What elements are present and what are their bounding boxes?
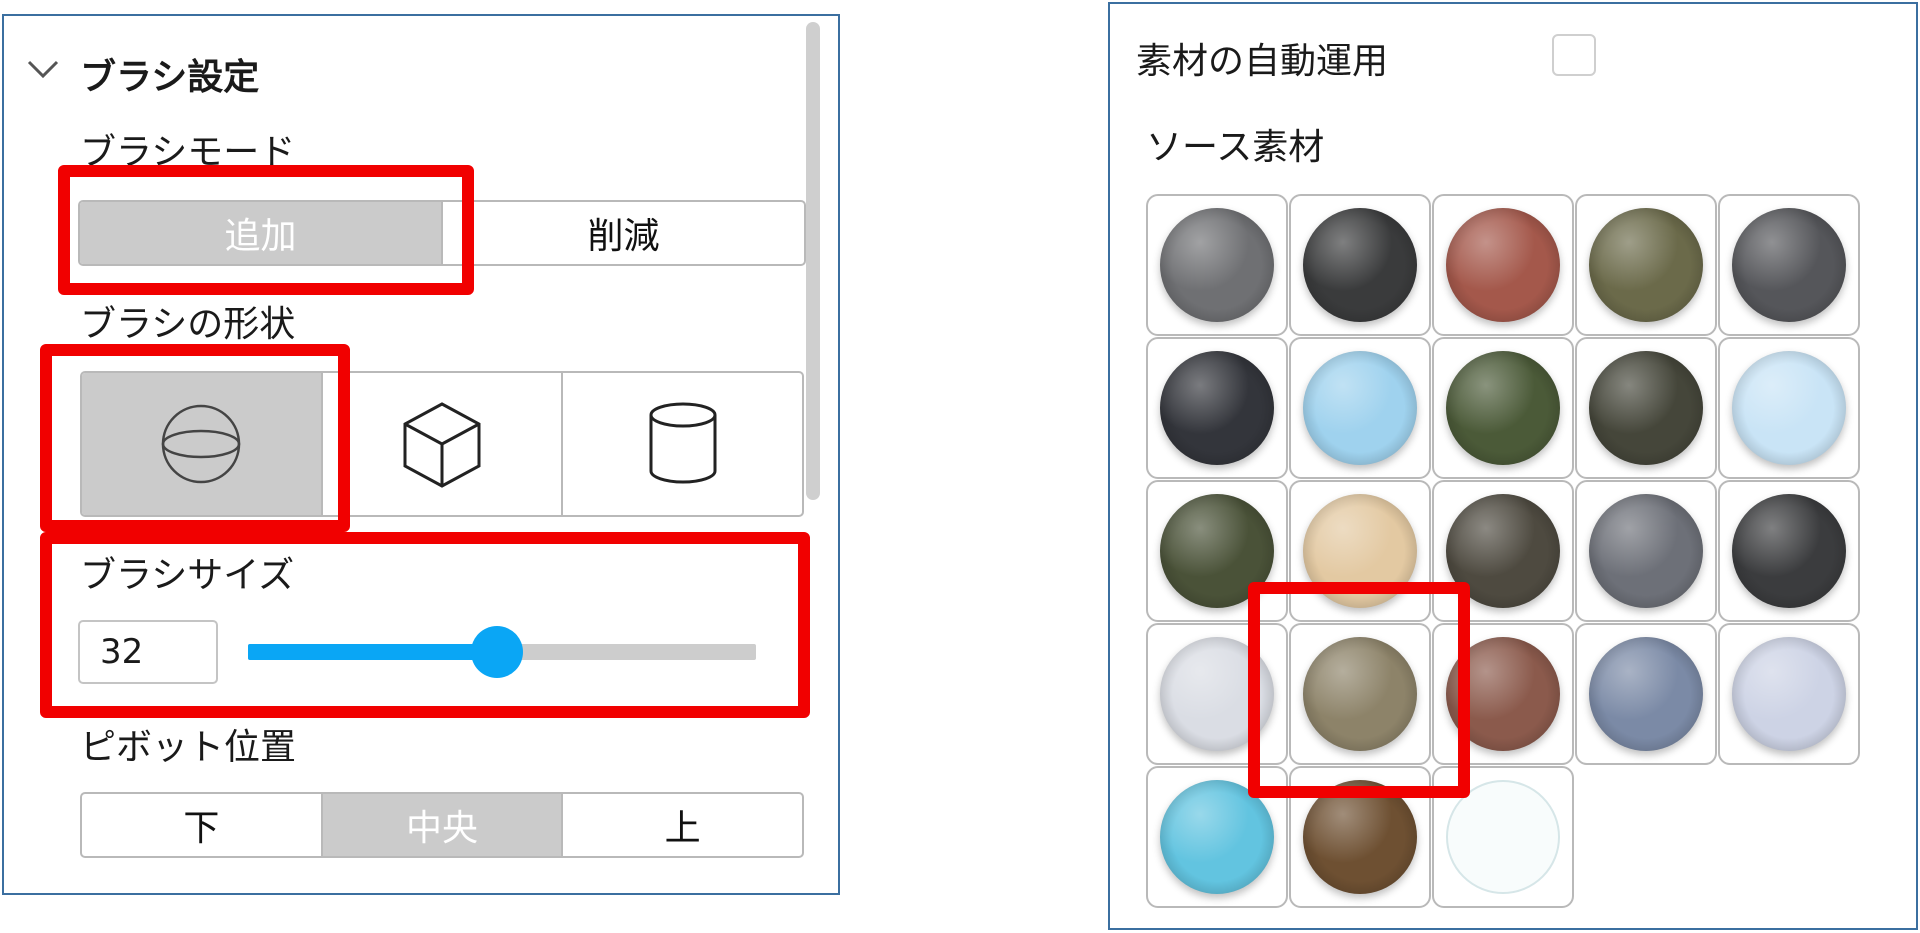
material-sphere-icon bbox=[1303, 780, 1417, 894]
material-sphere-icon bbox=[1303, 494, 1417, 608]
mode-add-button[interactable]: 追加 bbox=[80, 202, 441, 264]
pivot-center-button[interactable]: 中央 bbox=[320, 794, 562, 856]
cylinder-icon bbox=[649, 402, 717, 484]
material-sphere-icon bbox=[1732, 208, 1846, 322]
material-sphere-icon bbox=[1589, 208, 1703, 322]
material-tile-sand[interactable] bbox=[1289, 480, 1431, 622]
material-tile-mud[interactable] bbox=[1432, 480, 1574, 622]
pivot-top-button[interactable]: 上 bbox=[561, 794, 802, 856]
shape-cube-button[interactable] bbox=[320, 373, 562, 515]
material-sphere-icon bbox=[1446, 780, 1560, 894]
material-sphere-icon bbox=[1160, 637, 1274, 751]
material-tile-red-clay[interactable] bbox=[1432, 623, 1574, 765]
section-title: ブラシ設定 bbox=[80, 57, 260, 98]
auto-apply-label: 素材の自動運用 bbox=[1136, 41, 1389, 82]
material-tile-gray-stone[interactable] bbox=[1146, 194, 1288, 336]
brush-size-label: ブラシサイズ bbox=[80, 555, 295, 596]
material-sphere-icon bbox=[1303, 208, 1417, 322]
material-tile-blue-rock[interactable] bbox=[1575, 623, 1717, 765]
material-tile-ice[interactable] bbox=[1289, 337, 1431, 479]
material-sphere-icon bbox=[1160, 780, 1274, 894]
cube-icon bbox=[403, 402, 481, 488]
slider-thumb[interactable] bbox=[470, 626, 523, 678]
material-tile-empty[interactable] bbox=[1432, 766, 1574, 908]
brush-shape-selector bbox=[80, 371, 804, 517]
shape-sphere-button[interactable] bbox=[82, 373, 321, 515]
material-sphere-icon bbox=[1303, 351, 1417, 465]
material-tile-snow-ice[interactable] bbox=[1718, 337, 1860, 479]
material-sphere-icon bbox=[1160, 208, 1274, 322]
source-material-label: ソース素材 bbox=[1146, 127, 1325, 168]
material-tile-dark-soil[interactable] bbox=[1575, 337, 1717, 479]
brush-shape-label: ブラシの形状 bbox=[80, 304, 296, 345]
material-tile-frost[interactable] bbox=[1718, 623, 1860, 765]
material-tile-snow[interactable] bbox=[1146, 623, 1288, 765]
brush-mode-toggle: 追加 削減 bbox=[78, 200, 806, 266]
material-sphere-icon bbox=[1446, 208, 1560, 322]
brush-size-input[interactable]: 32 bbox=[78, 620, 218, 684]
auto-apply-checkbox[interactable] bbox=[1552, 34, 1596, 76]
material-sphere-icon bbox=[1732, 637, 1846, 751]
material-sphere-icon bbox=[1589, 351, 1703, 465]
material-sphere-icon bbox=[1732, 494, 1846, 608]
material-tile-grass-rock[interactable] bbox=[1146, 480, 1288, 622]
sphere-icon bbox=[162, 404, 241, 484]
chevron-down-icon[interactable] bbox=[26, 58, 60, 80]
material-tile-dark-cliff[interactable] bbox=[1146, 337, 1288, 479]
material-tile-stone-tiles[interactable] bbox=[1575, 480, 1717, 622]
material-sphere-icon bbox=[1732, 351, 1846, 465]
material-tile-dark-rock[interactable] bbox=[1289, 194, 1431, 336]
material-tile-wood-planks[interactable] bbox=[1289, 766, 1431, 908]
material-tile-dirt[interactable] bbox=[1289, 623, 1431, 765]
material-sphere-icon bbox=[1446, 637, 1560, 751]
mode-reduce-button[interactable]: 削減 bbox=[441, 202, 804, 264]
pivot-bottom-button[interactable]: 下 bbox=[82, 794, 321, 856]
material-tile-charcoal-rock[interactable] bbox=[1718, 480, 1860, 622]
material-tile-mossy-cobble[interactable] bbox=[1575, 194, 1717, 336]
brush-size-slider[interactable] bbox=[248, 626, 756, 678]
material-sphere-icon bbox=[1160, 494, 1274, 608]
brush-mode-label: ブラシモード bbox=[80, 132, 296, 173]
pivot-toggle: 下 中央 上 bbox=[80, 792, 804, 858]
material-sphere-icon bbox=[1160, 351, 1274, 465]
material-sphere-icon bbox=[1446, 494, 1560, 608]
shape-cylinder-button[interactable] bbox=[561, 373, 802, 515]
pivot-label: ピボット位置 bbox=[80, 727, 297, 768]
material-sphere-icon bbox=[1589, 637, 1703, 751]
material-sphere-icon bbox=[1303, 637, 1417, 751]
material-sphere-icon bbox=[1589, 494, 1703, 608]
material-sphere-icon bbox=[1446, 351, 1560, 465]
material-tile-moss[interactable] bbox=[1432, 337, 1574, 479]
material-tile-dark-gray[interactable] bbox=[1718, 194, 1860, 336]
panel-scrollbar[interactable] bbox=[806, 22, 820, 500]
slider-fill bbox=[248, 644, 497, 660]
material-tile-water[interactable] bbox=[1146, 766, 1288, 908]
material-tile-brick[interactable] bbox=[1432, 194, 1574, 336]
